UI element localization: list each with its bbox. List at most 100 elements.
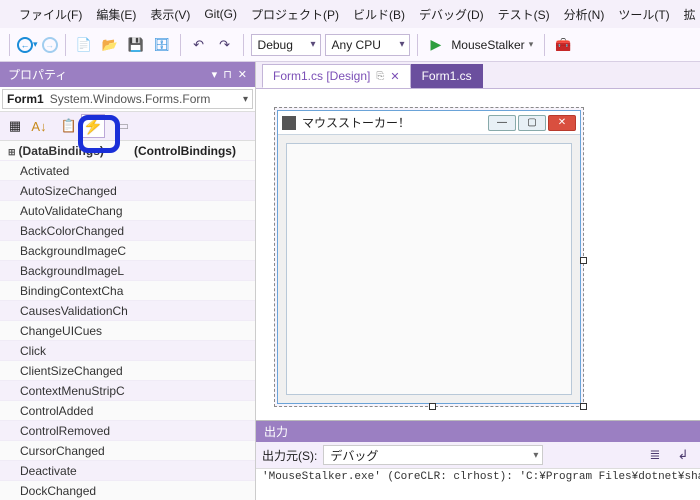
start-icon: ▶ <box>431 36 442 53</box>
event-name: CausesValidationCh <box>0 304 130 318</box>
form-title-text: マウスストーカー！ <box>302 114 410 131</box>
menu-build[interactable]: ビルド(B) <box>346 2 412 27</box>
event-name: CursorChanged <box>0 444 130 458</box>
event-row[interactable]: ControlAdded <box>0 401 255 421</box>
event-name: Click <box>0 344 130 358</box>
event-row[interactable]: Deactivate <box>0 461 255 481</box>
close-form-icon: ✕ <box>548 115 576 131</box>
expand-icon[interactable]: ⊞ <box>8 147 16 157</box>
event-row[interactable]: DockChanged <box>0 481 255 500</box>
categorized-button[interactable]: ▦ <box>3 114 27 138</box>
event-row[interactable]: AutoSizeChanged <box>0 181 255 201</box>
window-menu-icon[interactable]: ▾ <box>212 68 218 81</box>
event-name: BackColorChanged <box>0 224 130 238</box>
event-name: ChangeUICues <box>0 324 130 338</box>
prop-pages-button[interactable]: ▭ <box>111 114 135 138</box>
properties-titlebar: プロパティ ▾ ⊓ ✕ <box>0 62 255 87</box>
pin-icon[interactable]: ⊓ <box>223 68 232 81</box>
nav-back-button[interactable]: ←▾ <box>17 37 38 53</box>
save-button[interactable]: 💾 <box>125 34 147 56</box>
form-client-area[interactable] <box>286 143 572 395</box>
tab-design[interactable]: Form1.cs [Design] ⎘ ✕ <box>262 64 411 88</box>
event-name: AutoSizeChanged <box>0 184 130 198</box>
event-name: BindingContextCha <box>0 284 130 298</box>
design-surface[interactable]: マウスストーカー！ — ▢ ✕ 出力 出力元(S): デバッグ ≣ <box>256 88 700 500</box>
event-row[interactable]: BackgroundImageL <box>0 261 255 281</box>
menu-tools[interactable]: ツール(T) <box>611 2 676 27</box>
new-item-button[interactable]: 📄 <box>73 34 95 56</box>
resize-handle-e[interactable] <box>580 257 587 264</box>
event-row[interactable]: BackColorChanged <box>0 221 255 241</box>
databindings-row[interactable]: ⊞(DataBindings) (ControlBindings) <box>0 141 255 161</box>
event-row[interactable]: ControlRemoved <box>0 421 255 441</box>
resize-handle-s[interactable] <box>429 403 436 410</box>
output-wrap-button[interactable]: ↲ <box>672 444 694 466</box>
selected-object-type: System.Windows.Forms.Form <box>50 92 211 106</box>
nav-fwd-button[interactable]: → <box>42 37 58 53</box>
event-row[interactable]: BindingContextCha <box>0 281 255 301</box>
menu-view[interactable]: 表示(V) <box>143 2 197 27</box>
output-title: 出力 <box>256 421 700 442</box>
start-label: MouseStalker <box>451 38 524 52</box>
menu-ext[interactable]: 拡 <box>677 2 700 27</box>
tab-code[interactable]: Form1.cs <box>411 64 483 88</box>
properties-title-text: プロパティ <box>8 66 67 83</box>
document-tabs: Form1.cs [Design] ⎘ ✕ Form1.cs <box>256 62 700 88</box>
menu-analyze[interactable]: 分析(N) <box>557 2 612 27</box>
minimize-icon: — <box>488 115 516 131</box>
event-row[interactable]: CausesValidationCh <box>0 301 255 321</box>
platform-combo[interactable]: Any CPU <box>325 34 410 56</box>
form-titlebar: マウスストーカー！ — ▢ ✕ <box>278 111 580 135</box>
close-icon[interactable]: ✕ <box>238 68 247 81</box>
event-name: ControlRemoved <box>0 424 130 438</box>
event-name: BackgroundImageL <box>0 264 130 278</box>
menu-debug[interactable]: デバッグ(D) <box>412 2 491 27</box>
toolbox-button[interactable]: 🧰 <box>552 34 574 56</box>
event-row[interactable]: AutoValidateChang <box>0 201 255 221</box>
config-value: Debug <box>258 38 293 52</box>
menu-project[interactable]: プロジェクト(P) <box>244 2 346 27</box>
events-view-button[interactable]: ⚡ <box>81 114 105 138</box>
event-row[interactable]: CursorChanged <box>0 441 255 461</box>
maximize-icon: ▢ <box>518 115 546 131</box>
event-row[interactable]: BackgroundImageC <box>0 241 255 261</box>
start-button[interactable]: MouseStalker▾ <box>447 38 537 52</box>
menu-edit[interactable]: 編集(E) <box>89 2 143 27</box>
event-name: ContextMenuStripC <box>0 384 130 398</box>
event-row[interactable]: ContextMenuStripC <box>0 381 255 401</box>
properties-toolbar: ▦ A↓ 📋 ⚡ ▭ <box>0 111 255 141</box>
output-clear-button[interactable]: ≣ <box>644 444 666 466</box>
open-button[interactable]: 📂 <box>99 34 121 56</box>
platform-value: Any CPU <box>332 38 381 52</box>
resize-handle-se[interactable] <box>580 403 587 410</box>
menu-git[interactable]: Git(G) <box>197 3 244 25</box>
tab-code-label: Form1.cs <box>422 69 472 83</box>
output-source-label: 出力元(S): <box>262 447 317 464</box>
pin-tab-icon[interactable]: ⎘ <box>376 71 384 82</box>
properties-panel: プロパティ ▾ ⊓ ✕ Form1 System.Windows.Forms.F… <box>0 62 256 500</box>
selected-object-name: Form1 <box>7 92 44 106</box>
menu-file[interactable]: ファイル(F) <box>12 2 89 27</box>
events-grid[interactable]: ⊞(DataBindings) (ControlBindings) Activa… <box>0 141 255 500</box>
form-selection[interactable]: マウスストーカー！ — ▢ ✕ <box>274 107 584 407</box>
event-name: Deactivate <box>0 464 130 478</box>
event-row[interactable]: ChangeUICues <box>0 321 255 341</box>
lightning-icon: ⚡ <box>83 116 103 136</box>
alphabetical-button[interactable]: A↓ <box>27 114 51 138</box>
output-text[interactable]: 'MouseStalker.exe' (CoreCLR: clrhost): '… <box>256 469 700 500</box>
event-row[interactable]: Activated <box>0 161 255 181</box>
output-source-combo[interactable]: デバッグ <box>323 445 543 465</box>
form-icon <box>282 116 296 130</box>
redo-button[interactable]: ↷ <box>214 34 236 56</box>
save-all-button[interactable]: 🗄 <box>151 34 173 56</box>
menu-test[interactable]: テスト(S) <box>491 2 557 27</box>
undo-button[interactable]: ↶ <box>188 34 210 56</box>
event-row[interactable]: Click <box>0 341 255 361</box>
properties-view-button[interactable]: 📋 <box>57 114 81 138</box>
close-tab-icon[interactable]: ✕ <box>390 70 399 83</box>
object-selector[interactable]: Form1 System.Windows.Forms.Form <box>2 89 253 109</box>
event-name: ControlAdded <box>0 404 130 418</box>
output-panel: 出力 出力元(S): デバッグ ≣ ↲ 'MouseStalker.exe' (… <box>256 420 700 500</box>
event-row[interactable]: ClientSizeChanged <box>0 361 255 381</box>
config-combo[interactable]: Debug <box>251 34 321 56</box>
